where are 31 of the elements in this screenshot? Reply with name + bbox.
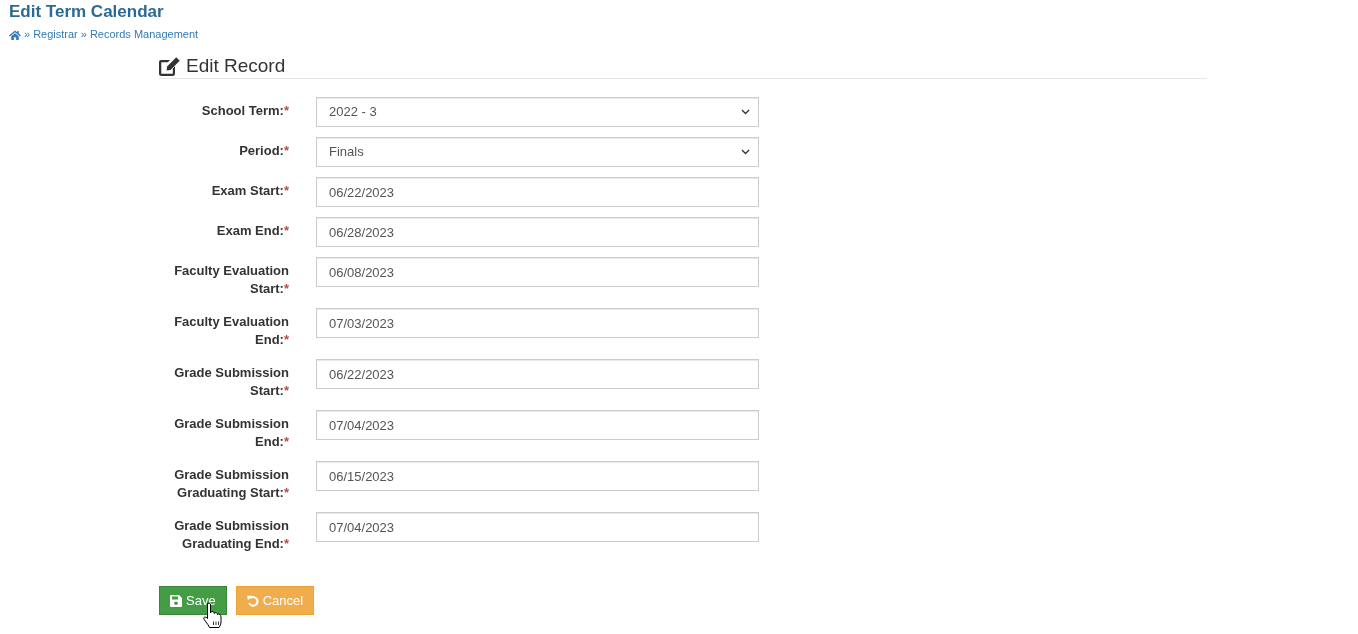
field-label: Period:* (239, 142, 289, 160)
field-label: School Term:* (201, 102, 289, 120)
field-label: Grade Submission Graduating End:* (173, 517, 289, 553)
date-field[interactable]: 06/22/2023 (316, 359, 759, 389)
date-field[interactable]: 06/15/2023 (316, 461, 759, 491)
select-field[interactable]: 2022 - 3 (316, 97, 759, 127)
field-label: Faculty Evaluation Start:* (173, 262, 289, 298)
breadcrumb-link[interactable]: Records Management (89, 28, 199, 41)
breadcrumb-link[interactable]: Registrar (33, 28, 78, 41)
date-field[interactable]: 06/28/2023 (316, 217, 759, 247)
breadcrumb-separator: » (80, 28, 87, 41)
field-label: Grade Submission Start:* (173, 364, 289, 400)
date-field[interactable]: 07/04/2023 (316, 512, 759, 542)
select-field[interactable]: Finals (316, 137, 759, 167)
date-field[interactable]: 07/04/2023 (316, 410, 759, 440)
breadcrumb-separator: » (24, 28, 31, 41)
field-label: Faculty Evaluation End:* (173, 313, 289, 349)
date-field[interactable]: 06/22/2023 (316, 177, 759, 207)
field-label: Exam Start:* (211, 182, 289, 200)
home-icon[interactable] (9, 29, 21, 40)
field-label: Grade Submission End:* (173, 415, 289, 451)
field-label: Grade Submission Graduating Start:* (173, 466, 289, 502)
chevron-down-icon (741, 149, 750, 155)
undo-arrow-icon (246, 594, 259, 607)
date-field[interactable]: 06/08/2023 (316, 257, 759, 287)
section-heading: Edit Record (186, 55, 286, 77)
page-title: Edit Term Calendar (9, 3, 164, 21)
edit-icon (159, 56, 180, 76)
chevron-down-icon (741, 109, 750, 115)
field-label: Exam End:* (216, 222, 289, 240)
date-field[interactable]: 07/03/2023 (316, 308, 759, 338)
